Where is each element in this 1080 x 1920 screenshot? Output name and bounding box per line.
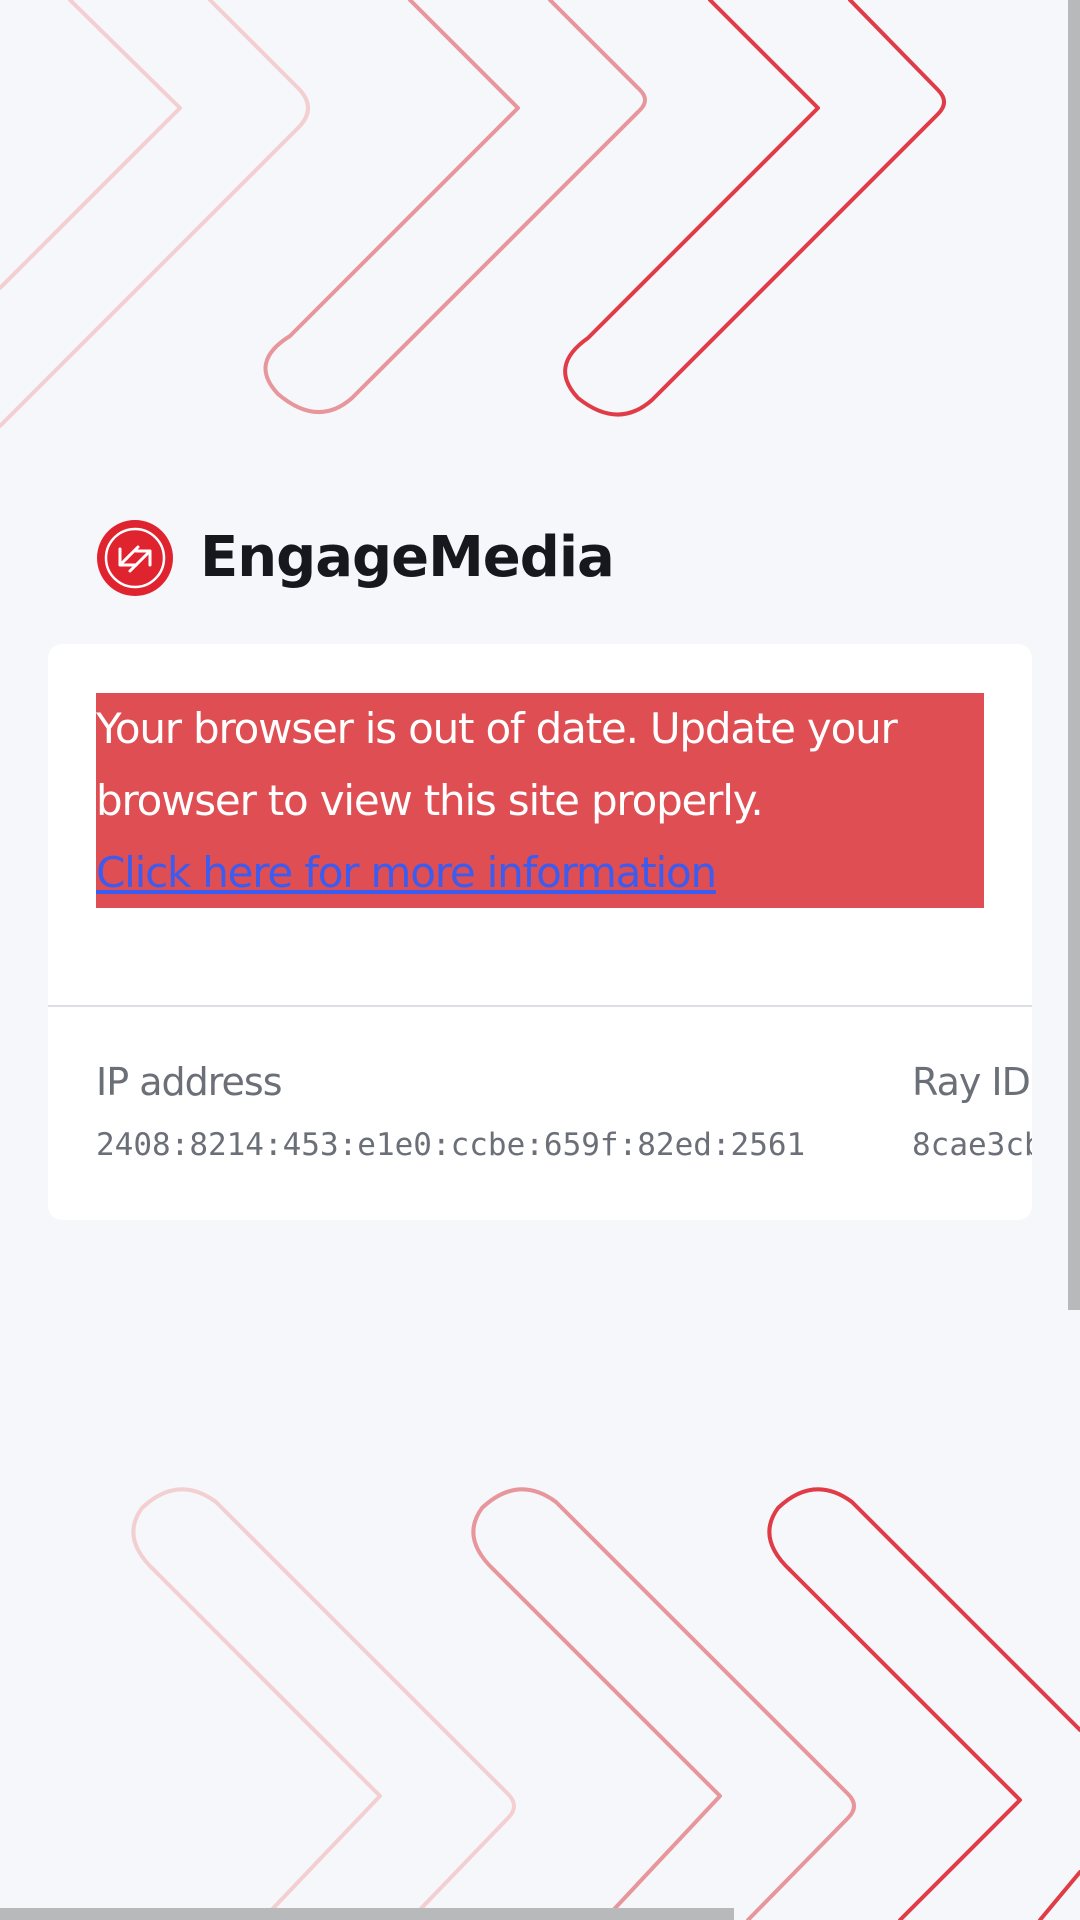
- chevron-outline-icon: [263, 0, 647, 414]
- alert-message-line-2: browser to view this site properly.: [96, 776, 764, 825]
- outdated-browser-alert: Your browser is out of date. Update your…: [96, 693, 984, 908]
- engagemedia-logo-icon: [97, 520, 173, 596]
- chevron-outline-icon: [492, 1568, 722, 1920]
- page: EngageMedia Your browser is out of date.…: [0, 0, 1080, 1920]
- chevron-outline-icon: [0, 0, 182, 290]
- info-card: Your browser is out of date. Update your…: [48, 644, 1032, 1220]
- alert-message-line-1: Your browser is out of date. Update your: [96, 704, 898, 753]
- card-divider: [48, 1005, 1032, 1007]
- chevron-outline-icon: [1038, 1870, 1080, 1920]
- brand-name: EngageMedia: [200, 525, 615, 590]
- chevron-outline-icon: [788, 1568, 1022, 1920]
- chevron-outline-icon: [0, 0, 310, 428]
- chevron-outline-icon: [767, 1487, 1080, 1732]
- brand-header: EngageMedia: [96, 518, 615, 598]
- ip-address-value: 2408:8214:453:e1e0:ccbe:659f:82ed:2561: [96, 1127, 806, 1163]
- chevron-outline-icon: [563, 0, 946, 417]
- more-information-link[interactable]: Click here for more information: [96, 837, 717, 909]
- vertical-scrollbar-thumb[interactable]: [1068, 0, 1080, 1310]
- horizontal-scrollbar-thumb[interactable]: [0, 1908, 734, 1920]
- ip-address-label: IP address: [96, 1060, 282, 1104]
- chevron-outline-icon: [152, 1568, 382, 1920]
- ray-id-value: 8cae3cbc8: [912, 1127, 1032, 1163]
- ray-id-label: Ray ID: [912, 1060, 1031, 1104]
